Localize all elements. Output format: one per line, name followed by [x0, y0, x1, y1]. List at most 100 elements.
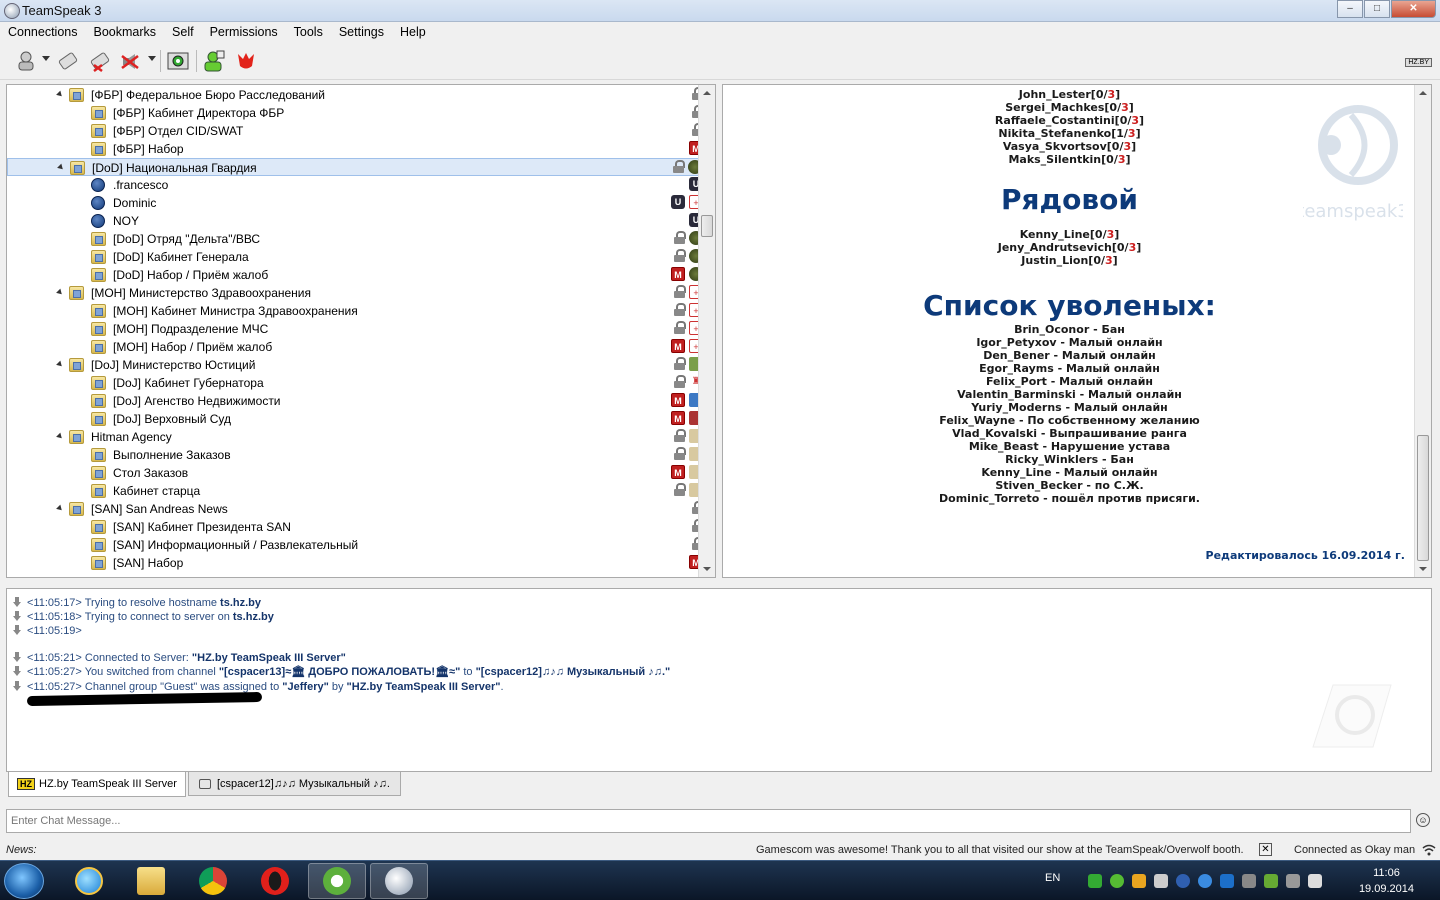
minimize-button[interactable]: –	[1337, 0, 1363, 18]
client-row[interactable]: Dominic U +	[7, 194, 703, 212]
scroll-thumb[interactable]	[1417, 435, 1429, 561]
teamspeak-taskbar-icon[interactable]	[370, 863, 428, 899]
nvidia-icon[interactable]	[1264, 874, 1278, 888]
clock[interactable]: 11:06 19.09.2014	[1359, 865, 1414, 897]
info-icon[interactable]	[1198, 874, 1212, 888]
chat-input[interactable]	[6, 809, 1411, 833]
overwolf-icon[interactable]	[234, 50, 258, 72]
log-link[interactable]: "[cspacer12]♫♪♫ Музыкальный ♪♫."	[476, 666, 671, 678]
expand-icon[interactable]	[56, 432, 64, 441]
scroll-down-icon[interactable]	[703, 567, 711, 571]
channel-row[interactable]: Кабинет старца	[7, 482, 703, 500]
contacts-icon[interactable]	[202, 50, 226, 72]
channel-row[interactable]: [ФБР] Отдел CID/SWAT	[7, 122, 704, 140]
tray-icon[interactable]	[1286, 874, 1300, 888]
bookmark-icon[interactable]	[56, 50, 80, 72]
start-button[interactable]	[4, 863, 44, 899]
channel-row[interactable]: [DoJ] Агенство Недвижимости M	[7, 392, 703, 410]
chevron-down-icon[interactable]	[148, 56, 156, 61]
channel-row[interactable]: Выполнение Заказов	[7, 446, 703, 464]
tray-icon[interactable]	[1154, 874, 1168, 888]
channel-row[interactable]: [DoJ] Кабинет Губернатора ♜	[7, 374, 703, 392]
channel-row[interactable]: Стол Заказов M	[7, 464, 703, 482]
channel-row[interactable]: [SAN] Кабинет Президента SAN	[7, 518, 704, 536]
channel-row[interactable]: [MOH] Кабинет Министра Здравоохранения +	[7, 302, 703, 320]
internet-explorer-icon[interactable]	[60, 863, 118, 899]
network-icon[interactable]	[1242, 874, 1256, 888]
log-link[interactable]: ts.hz.by	[233, 611, 274, 623]
mute-icon[interactable]	[118, 50, 142, 72]
channel-row[interactable]: [MOH] Подразделение МЧС +	[7, 320, 703, 338]
channel-tree[interactable]: [ФБР] Федеральное Бюро Расследований [ФБР…	[6, 84, 716, 578]
opera-icon[interactable]	[246, 863, 304, 899]
scroll-down-icon[interactable]	[1419, 567, 1427, 571]
scroll-thumb[interactable]	[701, 215, 713, 237]
edited-note: Редактировалось 16.09.2014 г.	[1205, 549, 1405, 562]
channel-row[interactable]: [MOH] Набор / Приём жалоб M +	[7, 338, 703, 356]
tab-channel-chat[interactable]: [cspacer12]♫♪♫ Музыкальный ♪♫.	[187, 772, 401, 796]
tray-icon[interactable]	[1132, 874, 1146, 888]
tab-server[interactable]: HZ HZ.by TeamSpeak III Server	[8, 772, 186, 797]
log-link[interactable]: ts.hz.by	[220, 597, 261, 609]
emoticon-icon[interactable]: ☺	[1416, 813, 1430, 827]
menu-settings[interactable]: Settings	[331, 22, 392, 42]
close-news-button[interactable]: ✕	[1259, 843, 1272, 856]
channel-row[interactable]: [ФБР] Набор M	[7, 140, 703, 158]
channel-row[interactable]: [DoD] Набор / Приём жалоб M	[7, 266, 703, 284]
channel-row[interactable]: Hitman Agency	[7, 428, 703, 446]
member-line: Kenny_Line[0/3]	[1019, 228, 1120, 241]
volume-icon[interactable]	[1308, 874, 1322, 888]
channel-row[interactable]: [SAN] San Andreas News	[7, 500, 704, 518]
tray-icon[interactable]	[1088, 874, 1102, 888]
tray-icon[interactable]	[1110, 874, 1124, 888]
connect-icon[interactable]	[14, 50, 38, 72]
channel-row[interactable]: [DoJ] Министерство Юстиций	[7, 356, 703, 374]
expand-icon[interactable]	[56, 504, 64, 513]
channel-row[interactable]: [DoD] Отряд "Дельта"/ВВС	[7, 230, 703, 248]
m-icon: M	[671, 267, 685, 281]
log-link[interactable]: "Jeffery"	[282, 681, 329, 693]
language-indicator[interactable]: EN	[1045, 872, 1060, 884]
chrome-icon[interactable]	[184, 863, 242, 899]
chevron-down-icon[interactable]	[42, 56, 50, 61]
channel-icon	[91, 340, 106, 354]
menu-bookmarks[interactable]: Bookmarks	[86, 22, 165, 42]
file-explorer-icon[interactable]	[122, 863, 180, 899]
disconnect-icon[interactable]	[88, 50, 112, 72]
scroll-up-icon[interactable]	[703, 91, 711, 95]
log-link[interactable]: "HZ.by TeamSpeak III Server"	[192, 652, 346, 664]
channel-row[interactable]: [SAN] Набор M	[7, 554, 703, 572]
shield-icon[interactable]	[1220, 874, 1234, 888]
channel-row[interactable]: [ФБР] Кабинет Директора ФБР	[7, 104, 704, 122]
expand-icon[interactable]	[56, 288, 64, 297]
scroll-up-icon[interactable]	[1419, 91, 1427, 95]
maximize-button[interactable]: □	[1364, 0, 1390, 18]
utorrent-icon[interactable]	[308, 863, 366, 899]
m-icon: M	[671, 393, 685, 407]
menu-tools[interactable]: Tools	[286, 22, 331, 42]
menu-help[interactable]: Help	[392, 22, 434, 42]
info-scrollbar[interactable]	[1414, 85, 1431, 577]
close-button[interactable]: ✕	[1391, 0, 1436, 18]
channel-row[interactable]: [SAN] Информационный / Развлекательный	[7, 536, 704, 554]
client-row[interactable]: .francesco U	[7, 176, 703, 194]
tray-icon[interactable]	[1176, 874, 1190, 888]
menu-permissions[interactable]: Permissions	[202, 22, 286, 42]
tree-scrollbar[interactable]	[698, 85, 715, 577]
fired-member-line: Ricky_Winklers - Бан	[1005, 453, 1134, 466]
log-link[interactable]: "[cspacer13]≈🏛 ДОБРО ПОЖАЛОВАТЬ!🏛≈"	[219, 666, 460, 678]
tab-label: [cspacer12]♫♪♫ Музыкальный ♪♫.	[216, 777, 390, 790]
expand-icon[interactable]	[56, 360, 64, 369]
menu-connections[interactable]: Connections	[0, 22, 86, 42]
menu-self[interactable]: Self	[164, 22, 202, 42]
channel-row[interactable]: [DoD] Национальная Гвардия	[7, 158, 703, 176]
channel-row[interactable]: [ФБР] Федеральное Бюро Расследований	[7, 86, 704, 104]
expand-icon[interactable]	[57, 163, 65, 172]
channel-row[interactable]: [MOH] Министерство Здравоохранения +	[7, 284, 703, 302]
away-icon[interactable]	[166, 50, 190, 72]
expand-icon[interactable]	[56, 90, 64, 99]
log-link[interactable]: "HZ.by TeamSpeak III Server"	[347, 681, 501, 693]
client-row[interactable]: NOY U	[7, 212, 703, 230]
channel-row[interactable]: [DoD] Кабинет Генерала	[7, 248, 703, 266]
channel-row[interactable]: [DoJ] Верховный Суд M	[7, 410, 703, 428]
